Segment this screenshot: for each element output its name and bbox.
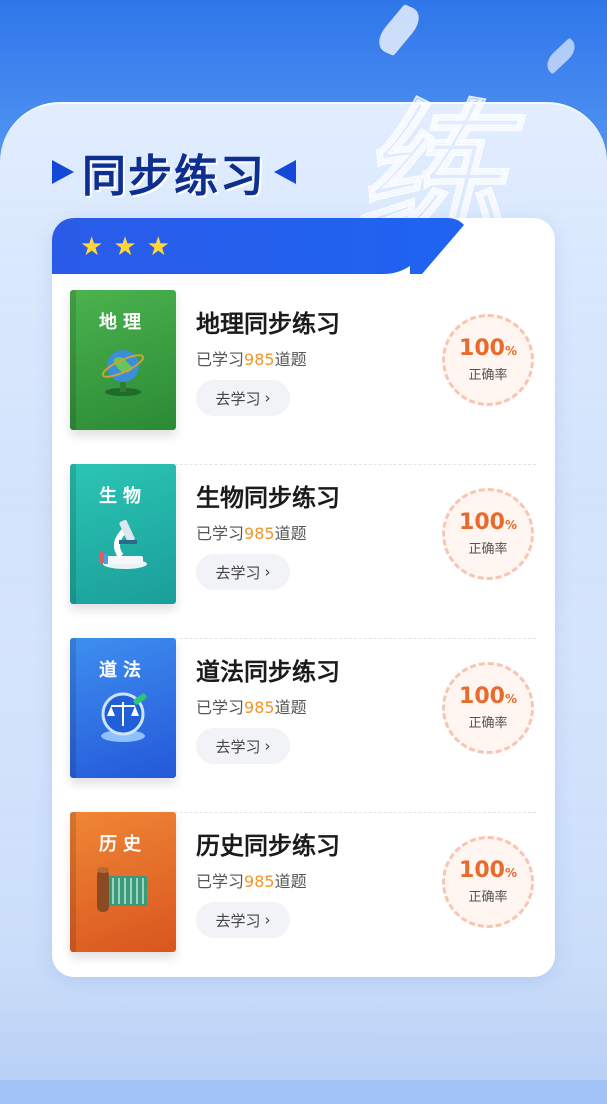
- accuracy-badge: 100% 正确率: [442, 836, 534, 928]
- subject-book-cover: 历史: [70, 812, 176, 952]
- accuracy-label: 正确率: [468, 715, 508, 731]
- learned-suffix: 道题: [274, 698, 307, 717]
- page-title: 同步练习: [82, 151, 266, 202]
- star-icon: ★: [146, 232, 170, 262]
- subject-book-cover: 地理: [70, 290, 176, 430]
- open-book-decoration: [0, 990, 607, 1080]
- list-item-geography[interactable]: 地理 地理同步练习 已学习985道题 去学习 › 100% 正确率: [70, 290, 536, 465]
- leaf-decoration: [541, 37, 581, 75]
- book-subject-label: 道法: [99, 660, 147, 681]
- learned-prefix: 已学习: [196, 698, 245, 717]
- section-header: 同步练习: [52, 140, 296, 204]
- learned-prefix: 已学习: [196, 350, 245, 369]
- item-title: 生物同步练习: [196, 484, 340, 512]
- accuracy-value: 100%: [459, 683, 517, 709]
- button-label: 去学习: [215, 737, 261, 756]
- item-title: 地理同步练习: [196, 310, 340, 338]
- button-label: 去学习: [215, 563, 261, 582]
- scales-icon: [101, 692, 147, 742]
- list-item-history[interactable]: 历史 历史同步练习 已学习985道题 去学习 › 100% 正确率: [70, 812, 536, 977]
- list-item-biology[interactable]: 生物 生物同步练习 已学习985道题 去学习 › 100% 正确率: [70, 464, 536, 639]
- book-subject-label: 地理: [99, 312, 147, 333]
- go-study-button[interactable]: 去学习 ›: [196, 554, 290, 590]
- go-study-button[interactable]: 去学习 ›: [196, 380, 290, 416]
- chevron-right-icon: ›: [264, 563, 271, 581]
- subject-book-cover: 生物: [70, 464, 176, 604]
- accuracy-value: 100%: [459, 335, 517, 361]
- triangle-left-icon: [274, 160, 296, 184]
- star-icon: ★: [113, 232, 137, 262]
- accuracy-value: 100%: [459, 857, 517, 883]
- accuracy-label: 正确率: [468, 889, 508, 905]
- chevron-right-icon: ›: [264, 737, 271, 755]
- accuracy-label: 正确率: [468, 367, 508, 383]
- learned-count: 985: [244, 872, 275, 891]
- button-label: 去学习: [215, 389, 261, 408]
- go-study-button[interactable]: 去学习 ›: [196, 728, 290, 764]
- learned-prefix: 已学习: [196, 524, 245, 543]
- accuracy-value: 100%: [459, 509, 517, 535]
- microscope-icon: [99, 519, 147, 569]
- item-title: 道法同步练习: [196, 658, 340, 686]
- learned-count: 985: [244, 698, 275, 717]
- scroll-icon: [97, 867, 147, 912]
- list-item-morality-law[interactable]: 道法 道法同步练习 已学习985道题 去学习 › 100% 正确率: [70, 638, 536, 813]
- learned-suffix: 道题: [274, 350, 307, 369]
- learned-count: 985: [244, 350, 275, 369]
- accuracy-label: 正确率: [468, 541, 508, 557]
- learned-prefix: 已学习: [196, 872, 245, 891]
- subject-book-cover: 道法: [70, 638, 176, 778]
- triangle-right-icon: [52, 160, 74, 184]
- learned-count: 985: [244, 524, 275, 543]
- learned-stat: 已学习985道题: [196, 346, 307, 370]
- leaf-decoration: [370, 4, 428, 56]
- chevron-right-icon: ›: [264, 389, 271, 407]
- card-header: ★ ★ ★: [52, 218, 430, 274]
- learned-stat: 已学习985道题: [196, 520, 307, 544]
- accuracy-badge: 100% 正确率: [442, 314, 534, 406]
- learned-suffix: 道题: [274, 872, 307, 891]
- learned-stat: 已学习985道题: [196, 694, 307, 718]
- star-rating: ★ ★ ★: [80, 234, 170, 260]
- book-subject-label: 生物: [99, 486, 147, 507]
- globe-icon: [101, 350, 145, 396]
- learned-stat: 已学习985道题: [196, 868, 307, 892]
- go-study-button[interactable]: 去学习 ›: [196, 902, 290, 938]
- item-title: 历史同步练习: [196, 832, 340, 860]
- practice-card: ★ ★ ★ 地理 地理同步练习 已学习985道题 去学习 › 100% 正确率: [52, 218, 555, 977]
- button-label: 去学习: [215, 911, 261, 930]
- star-icon: ★: [80, 232, 104, 262]
- chevron-right-icon: ›: [264, 911, 271, 929]
- learned-suffix: 道题: [274, 524, 307, 543]
- accuracy-badge: 100% 正确率: [442, 488, 534, 580]
- accuracy-badge: 100% 正确率: [442, 662, 534, 754]
- book-subject-label: 历史: [99, 834, 147, 855]
